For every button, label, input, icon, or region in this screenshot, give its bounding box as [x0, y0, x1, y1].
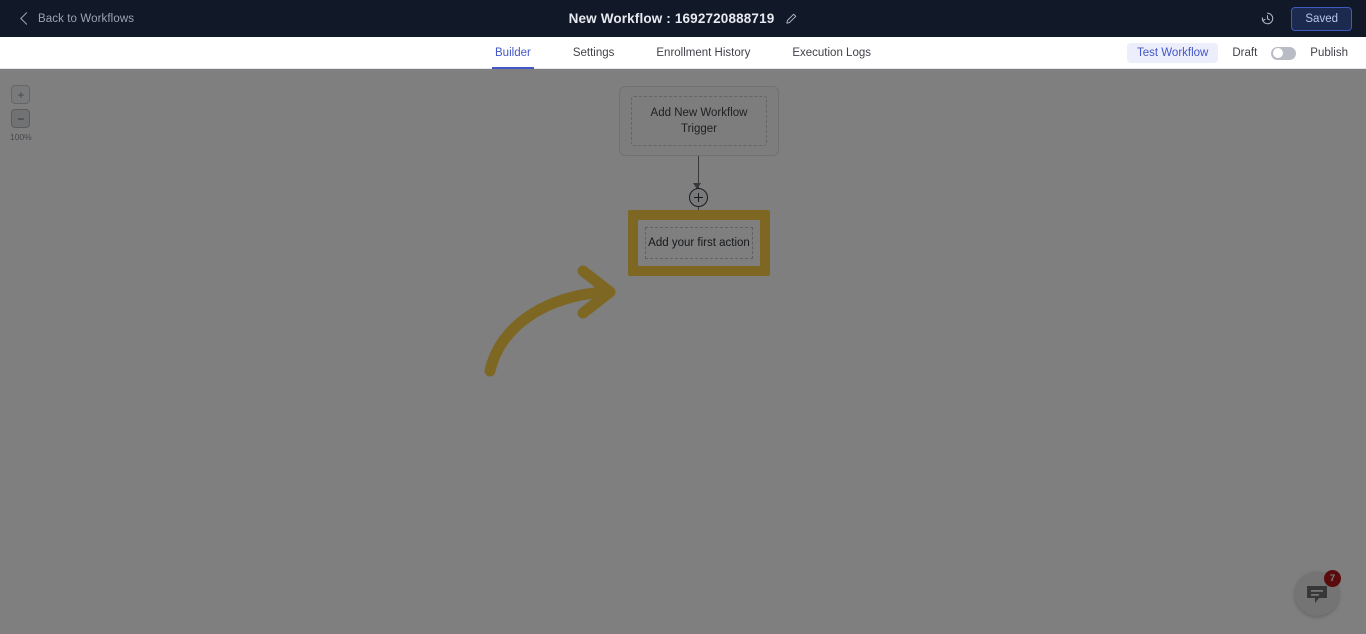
test-workflow-button[interactable]: Test Workflow: [1127, 43, 1219, 63]
page-title: New Workflow : 1692720888719: [568, 11, 775, 26]
action-node-label: Add your first action: [648, 237, 750, 249]
zoom-level-label: 100%: [10, 132, 32, 142]
zoom-controls: + − 100%: [10, 85, 32, 142]
plus-circle-icon[interactable]: [689, 188, 708, 207]
draft-label: Draft: [1232, 47, 1258, 59]
pencil-icon[interactable]: [785, 13, 797, 25]
publish-toggle[interactable]: [1271, 46, 1297, 60]
top-header: Back to Workflows New Workflow : 1692720…: [0, 0, 1366, 37]
zoom-in-button[interactable]: +: [11, 85, 31, 104]
header-actions: Saved: [1260, 0, 1352, 37]
nav-actions: Test Workflow Draft Publish: [1127, 37, 1348, 69]
curved-arrow-annotation: [484, 265, 616, 377]
workflow-canvas[interactable]: + − 100% Add New Workflow Trigger Add yo…: [0, 69, 1366, 634]
chevron-left-icon: [20, 12, 33, 25]
tab-execution-logs[interactable]: Execution Logs: [792, 37, 871, 69]
add-first-action-node[interactable]: Add your first action: [638, 220, 760, 266]
trigger-node-label: Add New Workflow Trigger: [650, 106, 748, 135]
action-node-highlight: Add your first action: [628, 210, 770, 276]
chat-unread-badge: 7: [1324, 570, 1341, 587]
zoom-out-button[interactable]: −: [11, 109, 31, 128]
clock-history-icon[interactable]: [1260, 11, 1275, 26]
back-to-workflows-link[interactable]: Back to Workflows: [20, 12, 135, 25]
publish-label: Publish: [1310, 47, 1348, 59]
tab-settings[interactable]: Settings: [573, 37, 615, 69]
workflow-trigger-node[interactable]: Add New Workflow Trigger: [619, 86, 779, 156]
chat-widget-button[interactable]: 7: [1295, 570, 1341, 616]
tab-enrollment-history[interactable]: Enrollment History: [656, 37, 750, 69]
toggle-knob: [1273, 48, 1284, 58]
back-to-workflows-label: Back to Workflows: [38, 12, 135, 25]
workflow-title-group: New Workflow : 1692720888719: [0, 0, 1366, 37]
tab-builder[interactable]: Builder: [492, 37, 534, 69]
navigation-bar: Builder Settings Enrollment History Exec…: [0, 37, 1366, 69]
plus-vertical-stroke: [697, 193, 700, 202]
trigger-node-placeholder: Add New Workflow Trigger: [631, 96, 767, 146]
saved-button[interactable]: Saved: [1291, 6, 1352, 31]
action-node-placeholder: Add your first action: [645, 227, 753, 259]
